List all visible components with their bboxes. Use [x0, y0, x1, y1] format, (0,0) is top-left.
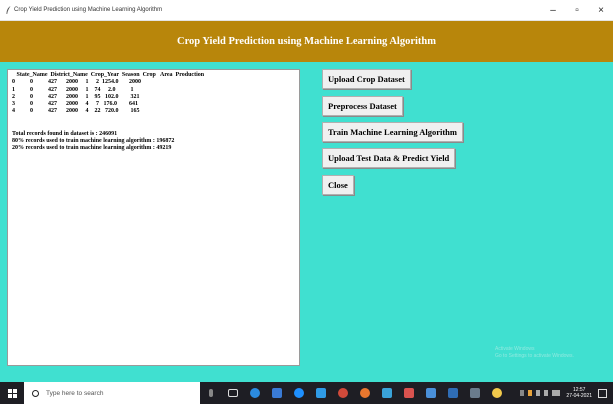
word-icon[interactable] — [442, 382, 464, 404]
minimize-button[interactable]: – — [541, 0, 565, 21]
dataset-row: 4 0 427 2000 4 22 720.0 165 — [12, 108, 140, 115]
watermark-line-1: Activate Windows — [495, 346, 535, 352]
taskbar: Type here to search 12:57 27-04-2021 — [0, 382, 613, 404]
feather-icon — [6, 6, 11, 14]
cortana-icon — [32, 389, 39, 397]
total-records-text: Total records found in dataset is : 2460… — [12, 130, 118, 137]
dataset-header-row: State_Name District_Name Crop_Year Seaso… — [12, 72, 205, 78]
activate-windows-watermark: Activate Windows Go to Settings to activ… — [495, 346, 574, 360]
start-button[interactable] — [0, 382, 24, 404]
python-icon[interactable] — [486, 382, 508, 404]
edge-icon[interactable] — [244, 382, 266, 404]
close-window-button[interactable]: × — [589, 0, 613, 21]
train-records-text: 80% records used to train machine learni… — [12, 138, 175, 145]
close-button[interactable]: Close — [322, 175, 354, 195]
notification-icon[interactable] — [598, 388, 607, 398]
maximize-button[interactable]: ▫ — [565, 0, 589, 21]
windows-logo-icon — [7, 388, 17, 398]
task-view-icon[interactable] — [222, 382, 244, 404]
watermark-line-2: Go to Settings to activate Windows. — [495, 353, 574, 359]
photos-icon[interactable] — [376, 382, 398, 404]
dataset-row: 2 0 427 2000 1 95 102.0 321 — [12, 93, 140, 100]
predict-yield-button[interactable]: Upload Test Data & Predict Yield — [322, 148, 456, 168]
output-text-area[interactable]: State_Name District_Name Crop_Year Seaso… — [7, 69, 300, 366]
pycharm-icon[interactable] — [398, 382, 420, 404]
tray-icons[interactable] — [520, 390, 561, 396]
microphone-icon[interactable] — [200, 382, 222, 404]
window-title: Crop Yield Prediction using Machine Lear… — [14, 7, 163, 13]
store-icon[interactable] — [266, 382, 288, 404]
system-tray: 12:57 27-04-2021 — [520, 382, 613, 404]
search-placeholder: Type here to search — [46, 389, 104, 397]
monitor-icon[interactable] — [464, 382, 486, 404]
edge-legacy-icon[interactable] — [310, 382, 332, 404]
taskbar-search[interactable]: Type here to search — [24, 382, 200, 404]
clock[interactable]: 12:57 27-04-2021 — [566, 387, 592, 399]
banner-title: Crop Yield Prediction using Machine Lear… — [176, 36, 436, 47]
dataset-row: 1 0 427 2000 1 74 2.0 1 — [12, 86, 134, 93]
upload-crop-dataset-button[interactable]: Upload Crop Dataset — [322, 69, 411, 89]
clock-date: 27-04-2021 — [566, 393, 592, 399]
app-banner: Crop Yield Prediction using Machine Lear… — [0, 21, 613, 62]
settings-icon[interactable] — [332, 382, 354, 404]
preprocess-dataset-button[interactable]: Preprocess Dataset — [322, 96, 403, 116]
firefox-icon[interactable] — [354, 382, 376, 404]
window-titlebar: Crop Yield Prediction using Machine Lear… — [0, 0, 613, 21]
documents-icon[interactable] — [420, 382, 442, 404]
test-records-text: 20% records used to train machine learni… — [12, 145, 172, 152]
dataset-row: 3 0 427 2000 4 7 176.0 641 — [12, 101, 138, 108]
train-algorithm-button[interactable]: Train Machine Learning Algorithm — [322, 122, 463, 142]
internet-explorer-icon[interactable] — [288, 382, 310, 404]
dataset-row: 0 0 427 2000 1 2 1254.0 2000 — [12, 79, 141, 86]
